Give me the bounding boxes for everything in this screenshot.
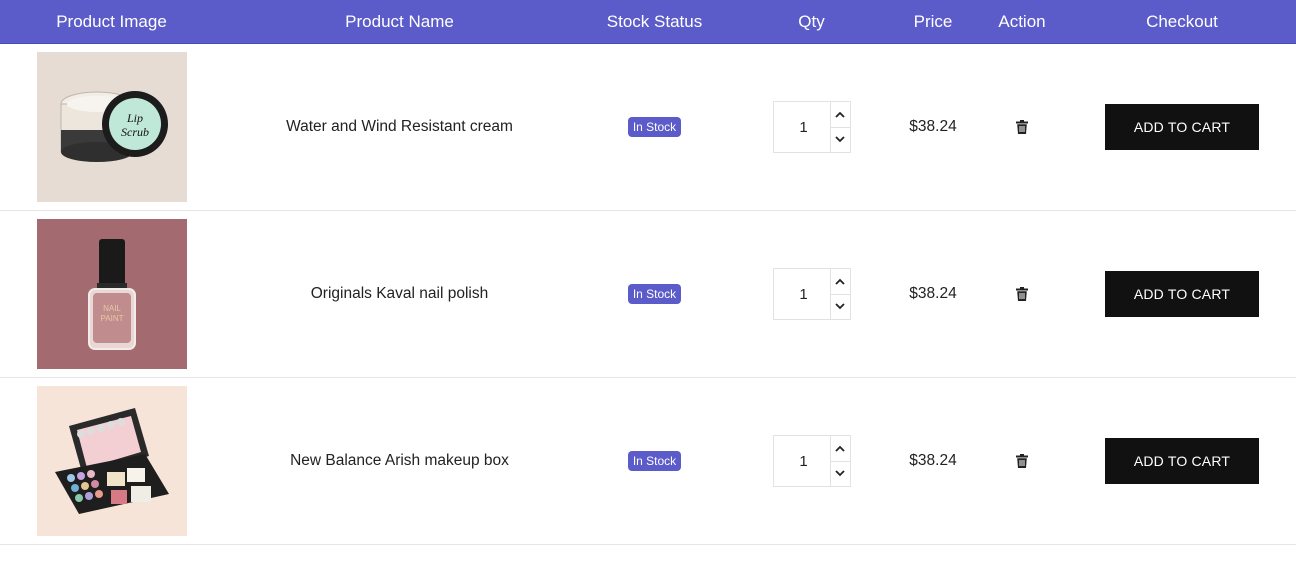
header-product-image: Product Image [56, 12, 167, 31]
product-price: $38.24 [909, 452, 957, 469]
quantity-stepper[interactable]: 1 [772, 268, 851, 321]
image-label-line2: Scrub [121, 125, 149, 139]
increment-button[interactable] [829, 102, 850, 128]
chevron-up-icon [835, 278, 845, 285]
stock-status-badge: In Stock [627, 117, 682, 137]
product-price: $38.24 [909, 118, 957, 135]
table-row: Lip Scrub Water and Wind Resistant cream… [0, 44, 1296, 211]
table-header: Product Image Product Name Stock Status … [0, 0, 1296, 44]
stock-status-badge: In Stock [627, 284, 682, 304]
increment-button[interactable] [829, 269, 850, 295]
increment-button[interactable] [829, 436, 850, 462]
product-name[interactable]: Water and Wind Resistant cream [223, 44, 576, 210]
image-label-line1: NAIL [103, 304, 121, 313]
product-image[interactable]: NAIL PAINT [36, 219, 187, 369]
add-to-cart-button[interactable]: ADD TO CART [1105, 271, 1259, 317]
header-stock-status: Stock Status [606, 12, 703, 31]
decrement-button[interactable] [829, 294, 850, 319]
trash-icon [1016, 454, 1028, 468]
decrement-button[interactable] [829, 461, 850, 486]
image-label-line1: Lip [125, 111, 142, 125]
nail-polish-image: NAIL PAINT [87, 239, 136, 350]
product-name[interactable]: Originals Kaval nail polish [223, 211, 576, 377]
quantity-input[interactable]: 1 [774, 102, 834, 154]
add-to-cart-button[interactable]: ADD TO CART [1105, 438, 1259, 484]
chevron-up-icon [835, 445, 845, 452]
header-qty: Qty [798, 12, 825, 31]
header-checkout: Checkout [1146, 12, 1218, 31]
decrement-button[interactable] [829, 127, 850, 152]
table-row: NAIL PAINT Originals Kaval nail polish I… [0, 211, 1296, 378]
lip-scrub-jar-image: Lip Scrub [60, 91, 168, 162]
stock-status-badge: In Stock [627, 451, 682, 471]
header-action: Action [998, 12, 1046, 31]
add-to-cart-button[interactable]: ADD TO CART [1105, 104, 1259, 150]
delete-button[interactable] [1016, 287, 1028, 301]
header-price: Price [913, 12, 953, 31]
product-name[interactable]: New Balance Arish makeup box [223, 378, 576, 544]
quantity-input[interactable]: 1 [774, 269, 834, 321]
cart-table: Product Image Product Name Stock Status … [0, 0, 1296, 545]
delete-button[interactable] [1016, 120, 1028, 134]
quantity-stepper[interactable]: 1 [772, 101, 851, 154]
header-product-name: Product Name [345, 12, 454, 31]
product-image[interactable]: Lip Scrub [36, 52, 187, 202]
chevron-up-icon [835, 111, 845, 118]
trash-icon [1016, 120, 1028, 134]
image-label-line2: PAINT [100, 314, 123, 323]
product-image[interactable] [36, 386, 187, 536]
chevron-down-icon [835, 470, 845, 477]
trash-icon [1016, 287, 1028, 301]
chevron-down-icon [835, 303, 845, 310]
makeup-box-image [54, 408, 169, 514]
chevron-down-icon [835, 136, 845, 143]
quantity-stepper[interactable]: 1 [772, 435, 851, 488]
table-row: New Balance Arish makeup box In Stock 1 … [0, 378, 1296, 545]
delete-button[interactable] [1016, 454, 1028, 468]
product-price: $38.24 [909, 285, 957, 302]
quantity-input[interactable]: 1 [774, 436, 834, 488]
